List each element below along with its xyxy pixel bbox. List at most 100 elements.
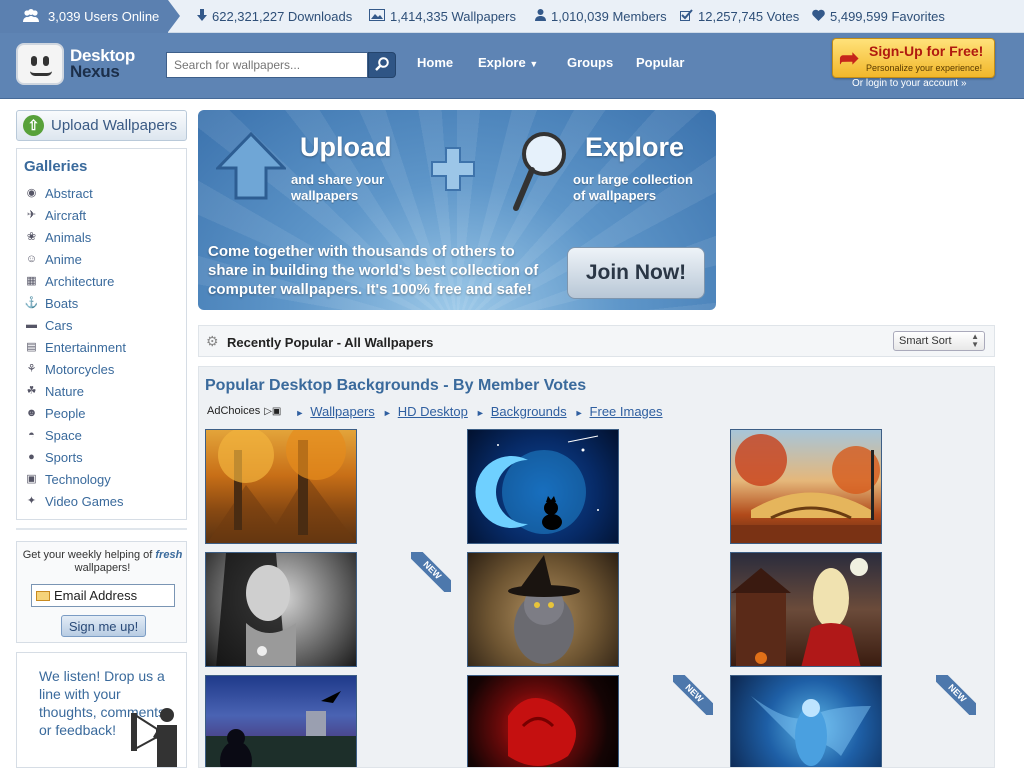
gallery-item-sports[interactable]: ● Sports — [24, 446, 126, 468]
site-header: Desktop Nexus Home Explore ▼ Groups Popu… — [0, 33, 1024, 99]
gallery-list: ◉ Abstract ✈ Aircraft ❀ Animals ☺ Anime ▦ Archite… — [24, 182, 126, 512]
new-badge: NEW — [936, 675, 976, 715]
nav-groups[interactable]: Groups — [567, 55, 613, 70]
gallery-item-cars[interactable]: ▬ Cars — [24, 314, 126, 336]
login-link[interactable]: Or login to your account » — [852, 78, 967, 89]
gallery-item-label: Technology — [45, 471, 111, 487]
sort-arrows-icon: ▲ ▼ — [971, 332, 979, 349]
wallpaper-thumbnail-autumn-forest[interactable] — [205, 429, 357, 544]
gallery-item-motorcycles[interactable]: ⚘ Motorcycles — [24, 358, 126, 380]
plus-icon — [431, 147, 475, 191]
checkbox-icon — [680, 9, 693, 24]
gallery-item-label: Sports — [45, 449, 83, 465]
gallery-item-label: Anime — [45, 251, 82, 267]
gallery-item-nature[interactable]: ☘ Nature — [24, 380, 126, 402]
motorcycle-icon: ⚘ — [26, 363, 37, 375]
building-icon: ▦ — [26, 275, 37, 287]
download-icon — [197, 9, 207, 24]
new-badge: NEW — [673, 675, 713, 715]
newsletter-text: Get your weekly helping of fresh wallpap… — [22, 549, 183, 574]
gallery-item-technology[interactable]: ▣ Technology — [24, 468, 126, 490]
gallery-item-abstract[interactable]: ◉ Abstract — [24, 182, 126, 204]
wallpaper-thumbnail-autumn-bridge[interactable] — [730, 429, 882, 544]
nav-home[interactable]: Home — [417, 55, 453, 70]
ad-link-free-images[interactable]: Free Images — [575, 404, 663, 419]
recently-popular-title: Recently Popular - All Wallpapers — [227, 335, 434, 350]
search-input[interactable] — [166, 52, 368, 78]
wallpaper-thumbnail-red-rose[interactable] — [467, 675, 619, 767]
wallpaper-thumbnail-raven-cemetery[interactable] — [205, 675, 357, 767]
gallery-item-video-games[interactable]: ✦ Video Games — [24, 490, 126, 512]
wallpaper-thumbnail-halloween-witch[interactable] — [730, 552, 882, 667]
upload-wallpapers-button[interactable]: ⇧ Upload Wallpapers — [16, 110, 187, 141]
banner-text: Come together with thousands of others t… — [208, 243, 539, 298]
gallery-item-aircraft[interactable]: ✈ Aircraft — [24, 204, 126, 226]
gallery-item-label: Entertainment — [45, 339, 126, 355]
stat-votes: 12,257,745 Votes — [680, 9, 799, 24]
gallery-item-entertainment[interactable]: ▤ Entertainment — [24, 336, 126, 358]
sort-select[interactable]: Smart Sort ▲ ▼ — [893, 331, 985, 351]
ad-link-wallpapers[interactable]: Wallpapers — [295, 404, 375, 419]
stat-members: 1,010,039 Members — [535, 9, 667, 24]
heart-icon — [812, 9, 825, 24]
adchoices-icon: ▷▣ — [264, 405, 282, 417]
car-icon: ▬ — [26, 319, 37, 331]
new-badge: NEW — [411, 552, 451, 592]
gallery-item-label: Animals — [45, 229, 92, 245]
nav-popular[interactable]: Popular — [636, 55, 684, 70]
adchoices-label[interactable]: AdChoices — [207, 405, 260, 417]
nav-explore[interactable]: Explore ▼ — [478, 55, 538, 70]
gallery-item-label: Space — [45, 427, 82, 443]
search-button[interactable] — [368, 52, 396, 78]
wallpaper-thumbnail-blue-fairy[interactable] — [730, 675, 882, 767]
upload-arrow-icon — [216, 132, 286, 200]
users-icon — [22, 8, 40, 25]
wallpaper-thumbnail-goth-woman[interactable] — [205, 552, 357, 667]
gallery-item-label: People — [45, 405, 86, 421]
users-online-label: 3,039 Users Online — [48, 9, 160, 24]
monitor-icon: ▣ — [26, 473, 37, 485]
envelope-icon — [36, 590, 50, 601]
gallery-item-label: Cars — [45, 317, 73, 333]
wallpaper-thumbnail-moon-cat[interactable] — [467, 429, 619, 544]
stats-bar: 3,039 Users Online 622,321,227 Downloads… — [0, 0, 1024, 33]
anime-icon: ☺ — [25, 253, 38, 265]
gallery-item-space[interactable]: ◓ Space — [24, 424, 126, 446]
popular-title: Popular Desktop Backgrounds - By Member … — [205, 377, 587, 394]
stat-wallpapers: 1,414,335 Wallpapers — [369, 9, 516, 24]
gallery-item-label: Video Games — [45, 493, 124, 509]
gallery-item-label: Motorcycles — [45, 361, 115, 377]
galleries-panel: Galleries ◉ Abstract ✈ Aircraft ❀ Animals ☺ Ani… — [16, 148, 187, 520]
newsletter-box: Get your weekly helping of fresh wallpap… — [16, 541, 187, 643]
site-logo[interactable]: Desktop Nexus — [16, 41, 146, 89]
sign-me-up-button[interactable]: Sign me up! — [61, 615, 146, 637]
anchor-icon: ⚓ — [24, 297, 39, 309]
ball-icon: ● — [28, 451, 35, 463]
animal-icon: ❀ — [26, 231, 37, 243]
gallery-item-label: Abstract — [45, 185, 93, 201]
gallery-item-boats[interactable]: ⚓ Boats — [24, 292, 126, 314]
film-icon: ▤ — [26, 341, 37, 353]
recently-popular-bar: ⚙ Recently Popular - All Wallpapers Smar… — [198, 325, 995, 357]
gallery-item-animals[interactable]: ❀ Animals — [24, 226, 126, 248]
ad-link-hd-desktop[interactable]: HD Desktop — [383, 404, 468, 419]
robot-logo-icon — [16, 43, 64, 85]
upload-arrow-icon: ⇧ — [23, 115, 44, 136]
search-icon — [375, 56, 389, 74]
users-online[interactable]: 3,039 Users Online — [0, 0, 180, 33]
email-field[interactable]: Email Address — [31, 584, 175, 607]
gallery-item-label: Architecture — [45, 273, 115, 289]
wallpaper-thumbnail-witch-cat[interactable] — [467, 552, 619, 667]
join-banner[interactable]: Upload and share your wallpapers Explore … — [198, 110, 716, 310]
feedback-box[interactable]: We listen! Drop us a line with your thou… — [16, 652, 187, 768]
gallery-item-people[interactable]: ☻ People — [24, 402, 126, 424]
gallery-item-architecture[interactable]: ▦ Architecture — [24, 270, 126, 292]
signup-button[interactable]: ➦ Sign-Up for Free! Personalize your exp… — [832, 38, 995, 78]
ad-link-backgrounds[interactable]: Backgrounds — [476, 404, 567, 419]
popular-panel: Popular Desktop Backgrounds - By Member … — [198, 366, 995, 768]
galleries-title: Galleries — [24, 158, 88, 175]
join-now-button[interactable]: Join Now! — [567, 247, 705, 299]
plane-icon: ✈ — [26, 209, 37, 221]
gallery-item-anime[interactable]: ☺ Anime — [24, 248, 126, 270]
megaphone-icon — [127, 701, 187, 767]
